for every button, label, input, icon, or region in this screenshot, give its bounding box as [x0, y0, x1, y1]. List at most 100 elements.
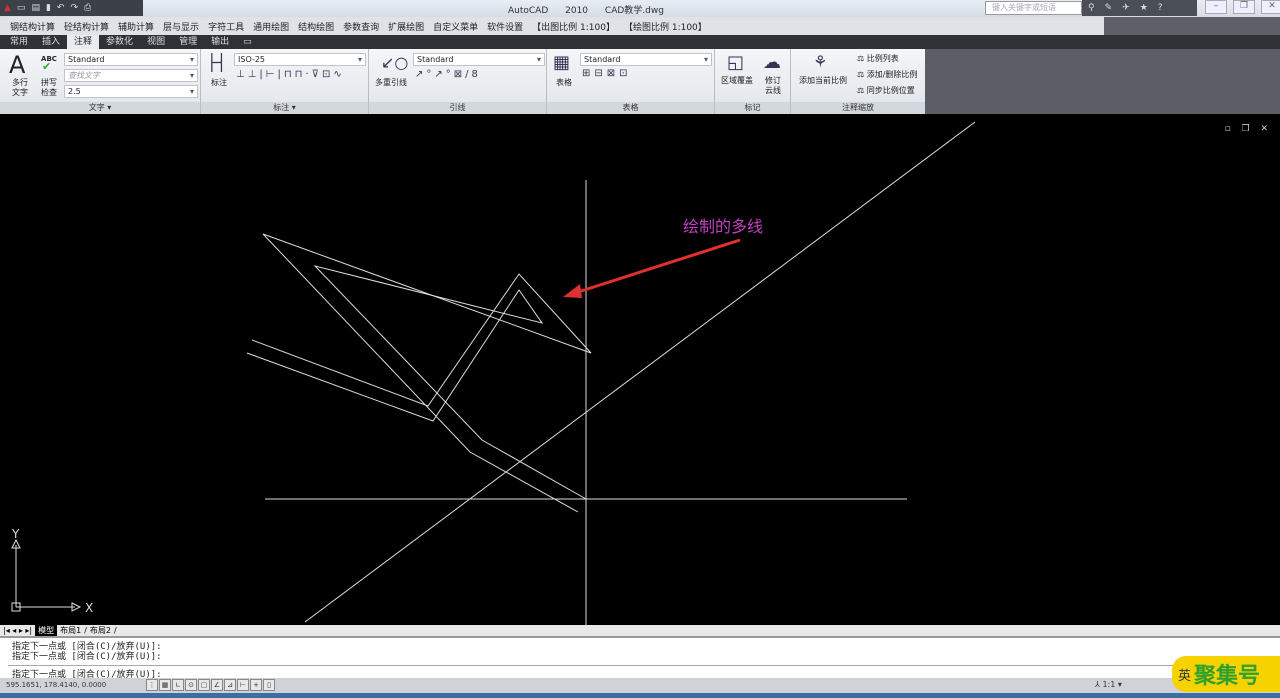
- dyn-toggle[interactable]: ⊢: [237, 679, 249, 691]
- redo-icon[interactable]: ↷: [70, 3, 78, 13]
- table-icon[interactable]: ▦: [553, 52, 570, 73]
- multileader-icon[interactable]: ↙○: [381, 53, 408, 72]
- leader-panel-label[interactable]: 引线: [369, 102, 546, 114]
- menu-item[interactable]: 自定义菜单: [433, 20, 478, 33]
- tab-insert[interactable]: 插入: [35, 35, 67, 49]
- wrench-icon[interactable]: ✎: [1105, 3, 1113, 13]
- wipeout-button[interactable]: 区域覆盖: [717, 76, 757, 86]
- add-delete-scale-button[interactable]: ⚖ 添加/删除比例: [857, 70, 917, 80]
- tab-view[interactable]: 视图: [140, 35, 172, 49]
- table-panel: ▦ 表格 Standard ⊞⊟⊠⊡ 表格: [547, 49, 715, 114]
- multiline-edge-2[interactable]: [246, 265, 587, 500]
- osnap-toggle[interactable]: ▢: [198, 679, 210, 691]
- scale-panel-label[interactable]: 注释缩放: [791, 102, 925, 114]
- menu-item[interactable]: 扩展绘图: [388, 20, 424, 33]
- lineweight-toggle[interactable]: +: [250, 679, 262, 691]
- dimension-panel-label[interactable]: 标注 ▾: [201, 102, 368, 114]
- new-icon[interactable]: ▭: [17, 3, 26, 13]
- add-scale-icon[interactable]: ⚘: [813, 52, 827, 71]
- grid-toggle[interactable]: ▦: [159, 679, 171, 691]
- menu-item[interactable]: 通用绘图: [253, 20, 289, 33]
- revcloud-icon[interactable]: ☁: [763, 52, 781, 73]
- mtext-icon[interactable]: A: [9, 51, 25, 79]
- mtext-button[interactable]: 多行 文字: [6, 78, 34, 98]
- menu-item[interactable]: 结构绘图: [298, 20, 334, 33]
- menu-item[interactable]: 字符工具: [208, 20, 244, 33]
- text-panel-label[interactable]: 文字 ▾: [0, 102, 200, 114]
- menu-item[interactable]: 软件设置: [487, 20, 523, 33]
- tab-annotate[interactable]: 注释: [67, 35, 100, 49]
- scale-list-button[interactable]: ⚖ 比例列表: [857, 54, 899, 64]
- app-menu-icon[interactable]: ▲: [4, 3, 11, 13]
- leader-panel: ↙○ 多重引线 Standard ↗°↗°⊠/8 引线: [369, 49, 547, 114]
- menu-item[interactable]: 层与显示: [163, 20, 199, 33]
- satellite-icon[interactable]: ✈: [1122, 3, 1130, 13]
- menu-item[interactable]: 砼结构计算: [64, 20, 109, 33]
- command-window[interactable]: 指定下一点或 [闭合(C)/放弃(U)]: 指定下一点或 [闭合(C)/放弃(U…: [0, 636, 1280, 680]
- linear-dim-icon[interactable]: ├┤: [207, 53, 226, 72]
- print-icon[interactable]: ⎙: [84, 3, 91, 13]
- tab-layout2[interactable]: 布局2: [90, 625, 111, 636]
- table-button[interactable]: 表格: [551, 78, 577, 88]
- tab-parametric[interactable]: 参数化: [99, 35, 140, 49]
- dim-style-select[interactable]: ISO-25: [234, 53, 366, 66]
- watermark-logo: 英 聚集号: [1172, 656, 1280, 692]
- ducs-toggle[interactable]: ⊿: [224, 679, 236, 691]
- table-style-select[interactable]: Standard: [580, 53, 712, 66]
- watermark-en: 英: [1178, 668, 1192, 684]
- undo-icon[interactable]: ↶: [57, 3, 65, 13]
- leader-tools-icons[interactable]: ↗°↗°⊠/8: [415, 69, 481, 80]
- search-input[interactable]: 键入关键字或短语: [985, 1, 1082, 15]
- dim-tools-icons[interactable]: ⊥⊥|⊢|⊓⊓·⊽⊡∿: [236, 69, 345, 80]
- spell-check-button[interactable]: 拼写 检查: [36, 78, 62, 98]
- menu-item[interactable]: 辅助计算: [118, 20, 154, 33]
- table-tools-icons[interactable]: ⊞⊟⊠⊡: [582, 68, 632, 79]
- save-icon[interactable]: ▮: [46, 3, 51, 13]
- table-panel-label[interactable]: 表格: [547, 102, 714, 114]
- tab-output[interactable]: 输出: [204, 35, 236, 49]
- annotation-scale[interactable]: ⅄ 1:1 ▾: [1095, 680, 1122, 689]
- find-text-input[interactable]: 查找文字: [64, 69, 198, 82]
- markup-panel-label[interactable]: 标记: [715, 102, 790, 114]
- tab-minimize[interactable]: ▭: [236, 35, 259, 49]
- tab-manage[interactable]: 管理: [172, 35, 204, 49]
- construction-line[interactable]: [304, 121, 976, 623]
- ucs-y-label: Y: [11, 527, 20, 541]
- text-height-select[interactable]: 2.5: [64, 85, 198, 98]
- polar-toggle[interactable]: ⊙: [185, 679, 197, 691]
- quick-access-toolbar: ▲ ▭ ▤ ▮ ↶ ↷ ⎙: [0, 0, 143, 16]
- text-style-select[interactable]: Standard: [64, 53, 198, 66]
- revcloud-button[interactable]: 修订 云线: [759, 76, 787, 96]
- tab-layout1[interactable]: 布局1: [60, 625, 81, 636]
- open-icon[interactable]: ▤: [31, 3, 40, 13]
- star-icon[interactable]: ★: [1140, 3, 1148, 13]
- menu-item[interactable]: 钢结构计算: [10, 20, 55, 33]
- help-icon[interactable]: ?: [1158, 3, 1163, 13]
- menu-item[interactable]: 参数查询: [343, 20, 379, 33]
- minimize-button[interactable]: –: [1205, 0, 1227, 14]
- layout-nav-icons[interactable]: |◂ ◂ ▸ ▸|: [3, 626, 32, 635]
- sync-scale-position-button[interactable]: ⚖ 同步比例位置: [857, 86, 915, 96]
- qp-toggle[interactable]: ▯: [263, 679, 275, 691]
- menu-bar: 钢结构计算 砼结构计算 辅助计算 层与显示 字符工具 通用绘图 结构绘图 参数查…: [0, 17, 1280, 35]
- menu-item[interactable]: 【绘图比例 1:100】: [624, 20, 707, 33]
- window-controls: – ❐ ✕: [1205, 0, 1280, 14]
- tab-home[interactable]: 常用: [3, 35, 35, 49]
- snap-toggle[interactable]: ⋮: [146, 679, 158, 691]
- text-panel: A 多行文字 ABC ✔ 拼写检查 Standard 查找文字 2.5 文字 ▾: [0, 49, 201, 114]
- dimension-button[interactable]: 标注: [205, 78, 233, 88]
- ortho-toggle[interactable]: ∟: [172, 679, 184, 691]
- multileader-button[interactable]: 多重引线: [371, 78, 411, 88]
- binoculars-icon[interactable]: ⚲: [1088, 3, 1095, 13]
- menu-item[interactable]: 【出图比例 1:100】: [532, 20, 615, 33]
- leader-style-select[interactable]: Standard: [413, 53, 545, 66]
- tab-model[interactable]: 模型: [35, 625, 58, 636]
- drawing-canvas[interactable]: 绘制的多线 Y X: [0, 118, 1280, 626]
- viewport-controls[interactable]: ▫ ❐ ✕: [1225, 124, 1272, 134]
- otrack-toggle[interactable]: ∠: [211, 679, 223, 691]
- add-current-scale-button[interactable]: 添加当前比例: [795, 76, 851, 86]
- close-button[interactable]: ✕: [1261, 0, 1280, 14]
- checkmark-icon: ✔: [42, 60, 52, 73]
- restore-button[interactable]: ❐: [1233, 0, 1255, 14]
- wipeout-icon[interactable]: ◱: [727, 52, 744, 73]
